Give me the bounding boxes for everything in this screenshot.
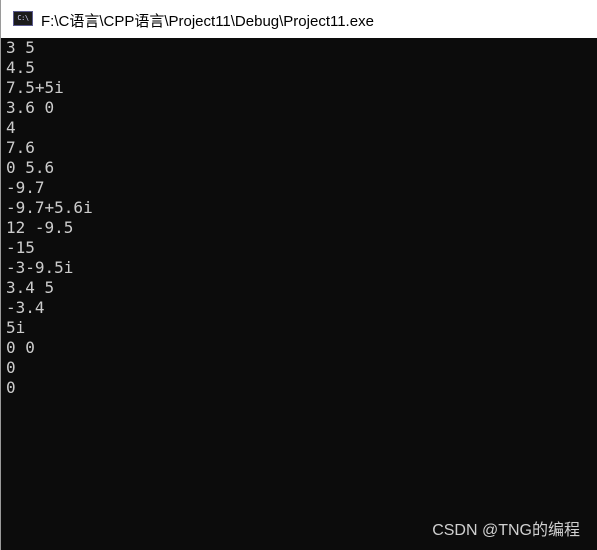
console-line: -9.7+5.6i (6, 198, 93, 217)
console-window: C:\ F:\C语言\CPP语言\Project11\Debug\Project… (0, 0, 597, 550)
console-line: -3.4 (6, 298, 45, 317)
console-line: 0 0 (6, 338, 35, 357)
console-app-icon[interactable]: C:\ (13, 11, 33, 26)
console-line: 12 -9.5 (6, 218, 74, 237)
console-line: 0 (6, 378, 16, 397)
console-line: 0 5.6 (6, 158, 55, 177)
console-line: 3 5 (6, 38, 35, 57)
console-line: 4.5 (6, 58, 35, 77)
console-line: 7.6 (6, 138, 35, 157)
console-line: 3.4 5 (6, 278, 55, 297)
console-line: 4 (6, 118, 16, 137)
watermark: CSDN @TNG的编程 (432, 522, 580, 539)
console-line: 0 (6, 358, 16, 377)
console-line: 7.5+5i (6, 78, 64, 97)
window-title: F:\C语言\CPP语言\Project11\Debug\Project11.e… (41, 13, 374, 30)
title-bar[interactable]: C:\ F:\C语言\CPP语言\Project11\Debug\Project… (1, 0, 597, 38)
console-line: -9.7 (6, 178, 45, 197)
console-line: -3-9.5i (6, 258, 74, 277)
console-line: 5i (6, 318, 26, 337)
console-line: -15 (6, 238, 35, 257)
console-line: 3.6 0 (6, 98, 55, 117)
console-output[interactable]: 3 5 4.5 7.5+5i 3.6 0 4 7.6 0 5.6 -9.7 -9… (6, 38, 597, 550)
